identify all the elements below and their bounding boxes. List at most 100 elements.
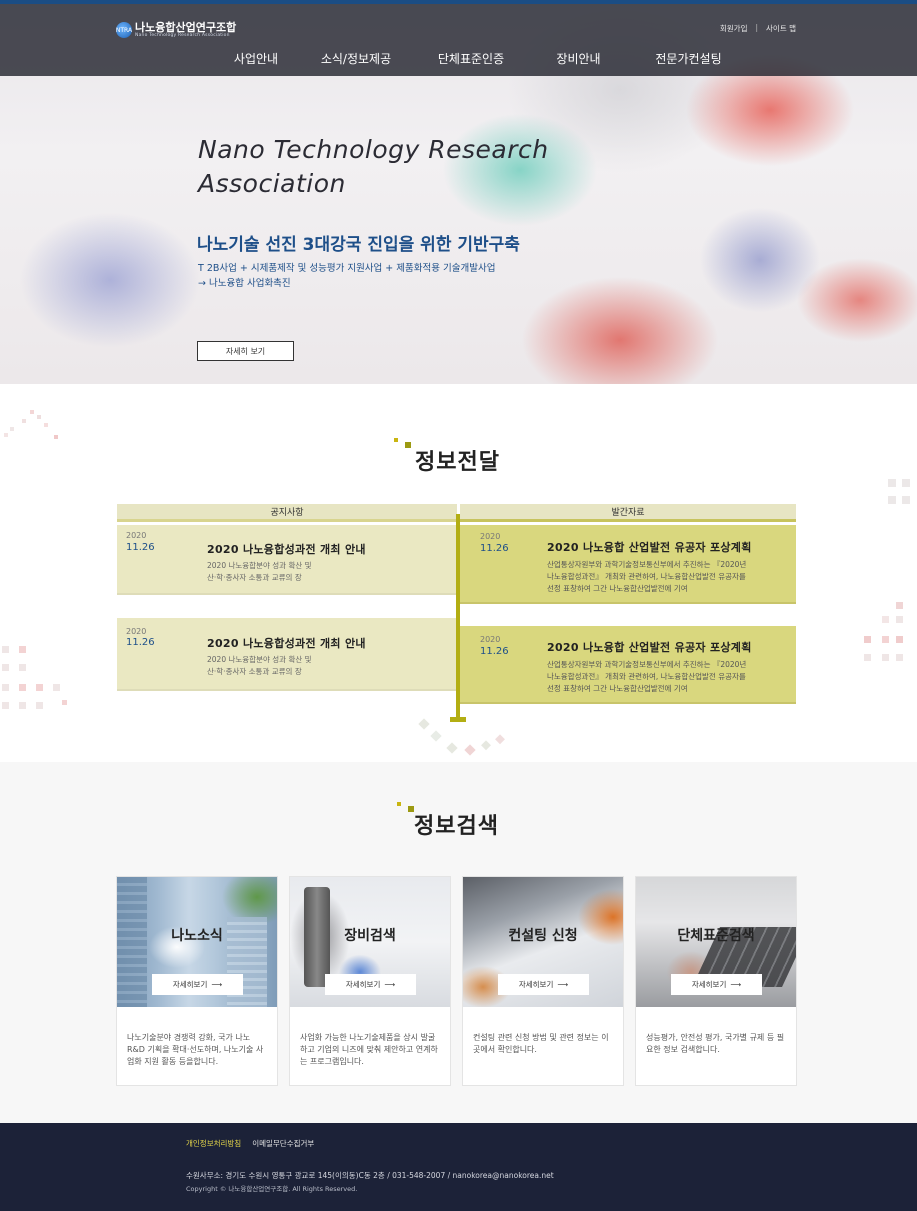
publication-title: 2020 나노융합 산업발전 유공자 포상계획: [547, 641, 752, 654]
hero-more-button[interactable]: 자세히 보기: [197, 341, 294, 361]
equipment-label: 장비검색: [344, 928, 396, 944]
timeline-divider-cap: [450, 717, 466, 722]
notice-year: 2020: [126, 627, 147, 636]
standard-more-button[interactable]: 자세히보기 ⟶: [671, 974, 762, 995]
publication-desc-line: 나노융합성과전』 개최와 관련하여, 나노융합산업발전 유공자를: [547, 572, 746, 581]
notice-year: 2020: [126, 531, 147, 540]
publication-desc-line: 산업통상자원부와 과학기술정보통신부에서 추진하는 『2020년: [547, 660, 747, 669]
footer-address: 수원사무소: 경기도 수원시 영통구 광교로 145(이의동)C동 2층 / 0…: [186, 1171, 554, 1180]
hero-subtitle-line1: T 2B사업 + 시제품제작 및 성능평가 지원사업 + 제품화적용 기술개발사…: [198, 263, 496, 274]
decorative-dots-right-bottom: [864, 602, 903, 661]
notice-date: 11.26: [126, 637, 155, 648]
publication-desc: 산업통상자원부와 과학기술정보통신부에서 추진하는 『2020년 나노융합성과전…: [547, 559, 746, 595]
notice-desc-line: 2020 나노융합분야 성과 확산 및: [207, 655, 312, 664]
hero-title-en-line2: Association: [198, 169, 346, 198]
more-label: 자세히보기: [518, 980, 554, 989]
nav-item-business[interactable]: 사업안내: [211, 50, 301, 67]
consulting-desc: 컨설팅 관련 신청 방법 및 관련 정보는 이곳에서 확인합니다.: [473, 1033, 609, 1054]
more-label: 자세히보기: [172, 980, 208, 989]
site-logo[interactable]: NTRA 나노융합산업연구조합 Nano Technology Research…: [116, 19, 236, 41]
notice-desc-line: 산·학·종사자 소통과 교류의 장: [207, 573, 302, 582]
site-header: NTRA 나노융합산업연구조합 Nano Technology Research…: [0, 4, 917, 76]
hero-subtitle: T 2B사업 + 시제품제작 및 성능평가 지원사업 + 제품화적용 기술개발사…: [198, 261, 495, 291]
title-accent-dot: [405, 442, 411, 448]
notice-item[interactable]: 2020 11.26 2020 나노융합성과전 개최 안내 2020 나노융합분…: [117, 525, 456, 595]
email-policy-link[interactable]: 이메일무단수집거부: [252, 1138, 314, 1149]
search-card-nano-news[interactable]: 나노소식 자세히보기 ⟶ 나노기술분야 경쟁력 강화, 국가 나노 R&D 기획…: [116, 876, 278, 1086]
publication-year: 2020: [480, 635, 501, 644]
standard-image: 단체표준검색 자세히보기 ⟶: [636, 877, 796, 1007]
publication-date: 11.26: [480, 543, 509, 554]
footer-links: 개인정보처리방침 이메일무단수집거부: [186, 1138, 314, 1149]
title-accent-dot: [394, 438, 398, 442]
notice-desc-line: 2020 나노융합분야 성과 확산 및: [207, 561, 312, 570]
util-separator: |: [755, 23, 759, 32]
logo-name-en: Nano Technology Research Association: [135, 32, 230, 38]
logo-icon: NTRA: [116, 22, 132, 38]
decorative-dots-left: [4, 410, 58, 439]
notice-title: 2020 나노융합성과전 개최 안내: [207, 637, 366, 650]
consulting-more-button[interactable]: 자세히보기 ⟶: [498, 974, 589, 995]
notice-date: 11.26: [126, 542, 155, 553]
logo-name-ko: 나노융합산업연구조합: [135, 20, 237, 34]
info-section-title: 정보전달: [415, 450, 500, 475]
nano-news-label: 나노소식: [171, 928, 223, 944]
decorative-dots-left-bottom: [2, 646, 67, 709]
arrow-right-icon: ⟶: [557, 980, 569, 989]
main-nav: 사업안내 소식/정보제공 단체표준인증 장비안내 전문가컨설팅: [211, 50, 751, 67]
publication-desc-line: 산업통상자원부와 과학기술정보통신부에서 추진하는 『2020년: [547, 560, 747, 569]
hero-title-ko: 나노기술 선진 3대강국 진입을 위한 기반구축: [197, 235, 520, 255]
privacy-policy-link[interactable]: 개인정보처리방침: [186, 1138, 241, 1149]
publication-item[interactable]: 2020 11.26 2020 나노융합 산업발전 유공자 포상계획 산업통상자…: [460, 626, 796, 704]
standard-desc: 성능평가, 안전성 평가, 국가별 규제 등 필요한 정보 검색합니다.: [646, 1033, 785, 1054]
nano-news-more-button[interactable]: 자세히보기 ⟶: [152, 974, 243, 995]
site-footer: 개인정보처리방침 이메일무단수집거부 수원사무소: 경기도 수원시 영통구 광교…: [0, 1123, 917, 1211]
notice-header[interactable]: 공지사항: [117, 504, 457, 522]
nav-item-consulting[interactable]: 전문가컨설팅: [626, 50, 751, 67]
publication-header[interactable]: 발간자료: [460, 504, 796, 522]
notice-desc: 2020 나노융합분야 성과 확산 및 산·학·종사자 소통과 교류의 장: [207, 560, 312, 584]
publication-desc-line: 나노융합성과전』 개최와 관련하여, 나노융합산업발전 유공자를: [547, 672, 746, 681]
notice-item[interactable]: 2020 11.26 2020 나노융합성과전 개최 안내 2020 나노융합분…: [117, 618, 456, 691]
hero-title-en: Nano Technology Research Association: [198, 133, 618, 201]
more-label: 자세히보기: [691, 980, 727, 989]
search-card-consulting[interactable]: 컨설팅 신청 자세히보기 ⟶ 컨설팅 관련 신청 방법 및 관련 정보는 이곳에…: [462, 876, 624, 1086]
nav-item-news[interactable]: 소식/정보제공: [301, 50, 411, 67]
utility-links: 회원가입 | 사이트 맵: [720, 23, 796, 34]
join-link[interactable]: 회원가입: [720, 23, 748, 34]
publication-date: 11.26: [480, 646, 509, 657]
title-accent-dot: [397, 802, 401, 806]
equipment-desc: 사업화 가능한 나노기술제품을 상시 발굴하고 기업의 니즈에 맞춰 제안하고 …: [300, 1033, 438, 1066]
consulting-label: 컨설팅 신청: [508, 928, 578, 944]
publication-desc-line: 선정 표창하여 그간 나노융합산업발전에 기여: [547, 584, 688, 593]
publication-year: 2020: [480, 532, 501, 541]
publication-desc: 산업통상자원부와 과학기술정보통신부에서 추진하는 『2020년 나노융합성과전…: [547, 659, 746, 695]
notice-title: 2020 나노융합성과전 개최 안내: [207, 543, 366, 556]
arrow-right-icon: ⟶: [384, 980, 396, 989]
publication-desc-line: 선정 표창하여 그간 나노융합산업발전에 기여: [547, 684, 688, 693]
search-section-title: 정보검색: [414, 814, 499, 839]
search-card-equipment[interactable]: 장비검색 자세히보기 ⟶ 사업화 가능한 나노기술제품을 상시 발굴하고 기업의…: [289, 876, 451, 1086]
hero-banner: NTRA 나노융합산업연구조합 Nano Technology Research…: [0, 0, 917, 384]
sitemap-link[interactable]: 사이트 맵: [766, 23, 796, 34]
publication-item[interactable]: 2020 11.26 2020 나노융합 산업발전 유공자 포상계획 산업통상자…: [460, 525, 796, 604]
notice-desc-line: 산·학·종사자 소통과 교류의 장: [207, 667, 302, 676]
standard-label: 단체표준검색: [677, 928, 755, 944]
footer-copyright: Copyright © 나노융합산업연구조합. All Rights Reser…: [186, 1185, 358, 1193]
consulting-image: 컨설팅 신청 자세히보기 ⟶: [463, 877, 623, 1007]
arrow-right-icon: ⟶: [730, 980, 742, 989]
notice-desc: 2020 나노융합분야 성과 확산 및 산·학·종사자 소통과 교류의 장: [207, 654, 312, 678]
decorative-dots-center: [418, 718, 505, 756]
hero-title-en-line1: Nano Technology Research: [198, 135, 549, 164]
arrow-right-icon: ⟶: [211, 980, 223, 989]
nav-item-standard[interactable]: 단체표준인증: [411, 50, 531, 67]
decorative-dots-right-top: [888, 479, 910, 504]
nano-news-desc: 나노기술분야 경쟁력 강화, 국가 나노 R&D 기획을 확대·선도하며, 나노…: [127, 1033, 264, 1066]
search-card-standard[interactable]: 단체표준검색 자세히보기 ⟶ 성능평가, 안전성 평가, 국가별 규제 등 필요…: [635, 876, 797, 1086]
more-label: 자세히보기: [345, 980, 381, 989]
nano-news-image: 나노소식 자세히보기 ⟶: [117, 877, 277, 1007]
hero-subtitle-line2: → 나노융합 사업화촉진: [198, 278, 291, 289]
equipment-more-button[interactable]: 자세히보기 ⟶: [325, 974, 416, 995]
publication-title: 2020 나노융합 산업발전 유공자 포상계획: [547, 541, 752, 554]
nav-item-equipment[interactable]: 장비안내: [531, 50, 626, 67]
